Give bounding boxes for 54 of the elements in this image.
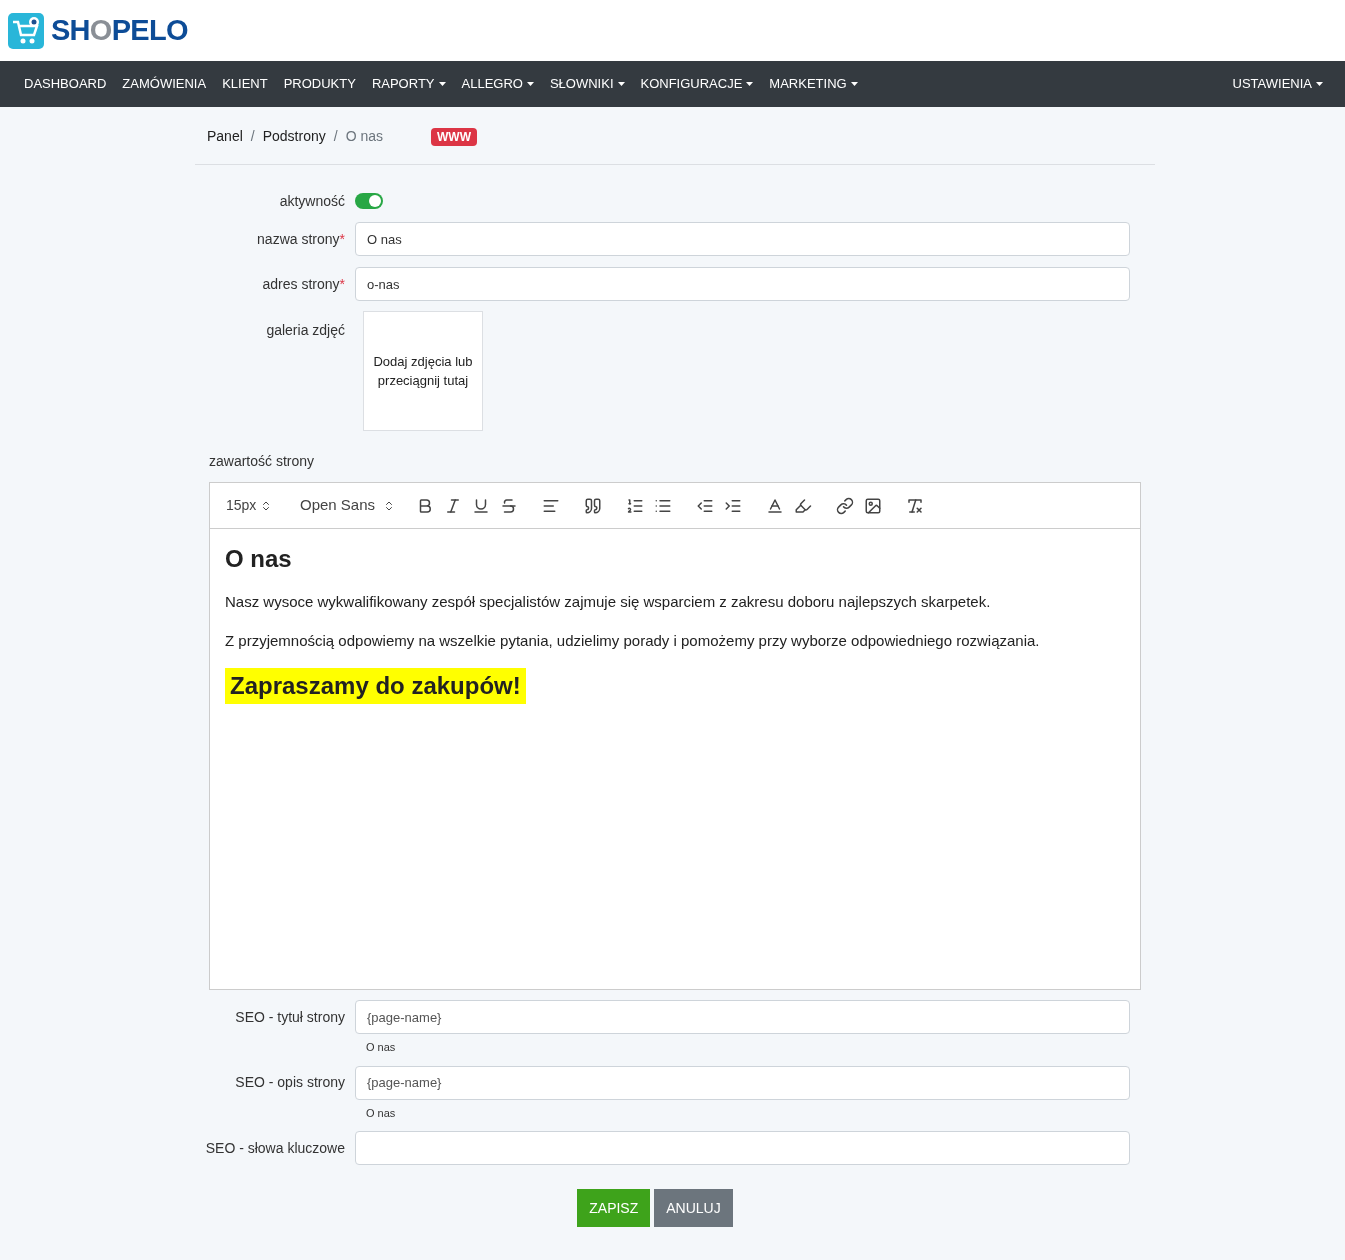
nav-link[interactable]: DASHBOARD bbox=[16, 74, 115, 94]
field-label: galeria zdjęć bbox=[266, 322, 345, 338]
nav-link[interactable]: ALLEGRO bbox=[453, 74, 542, 94]
nav-link[interactable]: PRODUKTY bbox=[275, 74, 364, 94]
font-family-select[interactable]: Open Sans bbox=[300, 494, 406, 517]
text-color-icon[interactable] bbox=[766, 496, 784, 515]
italic-icon[interactable] bbox=[444, 496, 462, 515]
text-input[interactable]: O nas bbox=[355, 222, 1130, 256]
field-label: SEO - opis strony bbox=[235, 1074, 345, 1090]
nav-link[interactable]: ZAMÓWIENIA bbox=[114, 74, 215, 94]
highlighter-icon[interactable] bbox=[794, 496, 812, 515]
strikethrough-icon[interactable] bbox=[500, 496, 518, 515]
breadcrumb-separator: / bbox=[332, 127, 339, 146]
font-size-select[interactable]: 15px bbox=[226, 495, 284, 516]
field-label: SEO - słowa kluczowe bbox=[205, 1139, 345, 1156]
cancel-button[interactable]: ANULUJ bbox=[654, 1189, 733, 1227]
text-input[interactable] bbox=[355, 1131, 1130, 1165]
text-input[interactable]: {page-name} bbox=[355, 1065, 1130, 1100]
text-input[interactable]: o-nas bbox=[355, 267, 1130, 301]
breadcrumb-link[interactable]: Panel bbox=[207, 126, 243, 147]
image-icon[interactable] bbox=[864, 496, 882, 515]
toggle-switch[interactable] bbox=[355, 193, 383, 209]
highlighted-text: Zapraszamy do zakupów! bbox=[225, 668, 526, 704]
breadcrumb-current: O nas bbox=[345, 127, 383, 146]
clear-format-icon[interactable] bbox=[906, 496, 924, 515]
quote-icon[interactable] bbox=[584, 496, 602, 515]
ordered-list-icon[interactable] bbox=[626, 496, 644, 515]
nav-link[interactable]: RAPORTY bbox=[363, 74, 454, 94]
field-hint: O nas bbox=[366, 1040, 397, 1055]
field-label: nazwa strony bbox=[257, 230, 340, 247]
breadcrumb-separator: / bbox=[249, 127, 256, 146]
text-input[interactable]: {page-name} bbox=[355, 1000, 1130, 1034]
nav-link[interactable]: KONFIGURACJE bbox=[632, 74, 762, 94]
nav-link[interactable]: SŁOWNIKI bbox=[541, 74, 633, 94]
image-dropzone[interactable]: Dodaj zdjęcia lub przeciągnij tutaj bbox=[363, 311, 483, 431]
cart-logo-icon bbox=[8, 12, 44, 49]
underline-icon[interactable] bbox=[472, 496, 490, 515]
nav-link[interactable]: KLIENT bbox=[214, 74, 276, 94]
content-paragraph: Z przyjemnością odpowiemy na wszelkie pytania, udzielimy porady i pomożemy przy wyborze odpowiedniego rozwiązania. bbox=[225, 630, 1041, 651]
field-hint: O nas bbox=[366, 1105, 397, 1121]
link-icon[interactable] bbox=[836, 496, 854, 515]
required-asterisk: * bbox=[339, 230, 345, 247]
field-label: aktywność bbox=[279, 192, 345, 209]
nav-link[interactable]: MARKETING bbox=[761, 74, 866, 94]
logo-text: SHOPELO bbox=[51, 12, 188, 48]
field-label: adres strony bbox=[262, 275, 340, 292]
nav-link[interactable]: USTAWIENIA bbox=[1224, 74, 1331, 94]
required-asterisk: * bbox=[339, 275, 345, 292]
content-heading: O nas bbox=[225, 544, 293, 574]
www-badge: WWW bbox=[431, 127, 477, 146]
breadcrumb-link[interactable]: Podstrony bbox=[262, 126, 326, 147]
content-paragraph: Nasz wysoce wykwalifikowany zespół specjalistów zajmuje się wsparciem z zakresu doboru najlepszych skarpetek. bbox=[225, 592, 992, 612]
section-label: zawartość strony bbox=[209, 452, 316, 471]
field-label: SEO - tytuł strony bbox=[235, 1008, 345, 1025]
